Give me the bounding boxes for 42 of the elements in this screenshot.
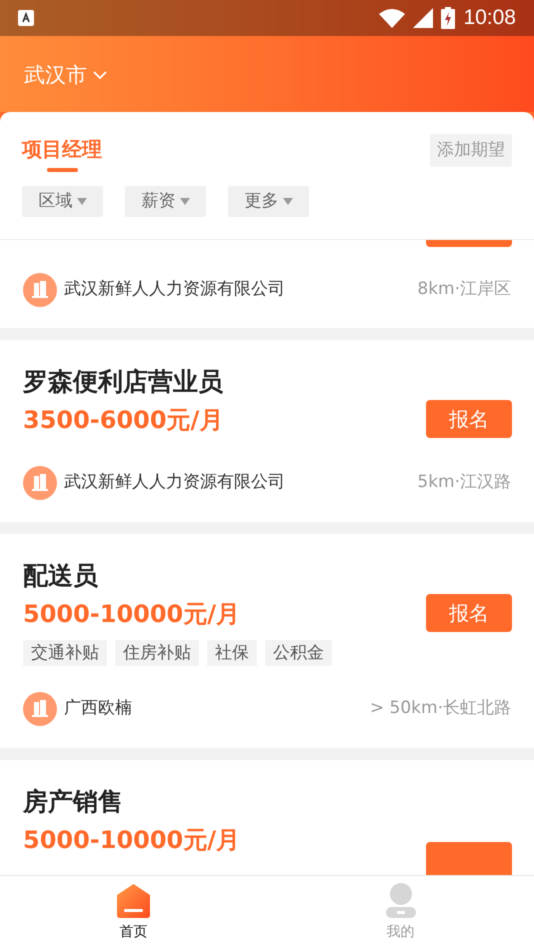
add-preference-button[interactable]: 添加期望	[430, 134, 512, 167]
distance-text: > 50km·长虹北路	[370, 696, 511, 720]
category-tab[interactable]: 项目经理	[22, 134, 102, 172]
building-icon	[23, 273, 57, 307]
chevron-down-icon	[93, 71, 107, 80]
company-name: 广西欧楠	[64, 696, 132, 720]
building-icon	[23, 692, 57, 726]
nav-tab[interactable]: 我的	[267, 876, 534, 950]
job-title: 房产销售	[23, 786, 123, 818]
signup-button[interactable]: 报名	[426, 594, 512, 632]
nav-tab[interactable]: 首页	[0, 876, 267, 950]
benefit-tag: 住房补贴	[115, 640, 199, 666]
wifi-icon	[379, 8, 406, 28]
benefit-tag: 交通补贴	[23, 640, 107, 666]
company-name: 武汉新鲜人人力资源有限公司	[64, 278, 285, 302]
filter-dropdown[interactable]: 区域	[22, 186, 103, 217]
salary-text: 3500-6000元/月	[23, 404, 224, 436]
signup-button[interactable]	[426, 240, 512, 247]
distance-text: 8km·江岸区	[417, 278, 511, 302]
app-notification-icon	[18, 10, 34, 26]
signal-icon	[413, 8, 434, 28]
dropdown-triangle-icon	[282, 198, 292, 205]
benefit-tag: 社保	[207, 640, 257, 666]
filter-dropdown[interactable]: 薪资	[125, 186, 206, 217]
job-title: 罗森便利店营业员	[23, 366, 224, 398]
home-icon	[117, 884, 150, 918]
city-selector[interactable]: 武汉市	[24, 60, 107, 92]
clock-text: 10:08	[463, 5, 516, 32]
filter-dropdown[interactable]: 更多	[228, 186, 309, 217]
job-title: 配送员	[23, 560, 99, 592]
building-icon	[23, 466, 57, 500]
salary-text: 5000-10000元/月	[23, 824, 240, 856]
company-name: 武汉新鲜人人力资源有限公司	[64, 470, 285, 494]
signup-button[interactable]	[426, 842, 512, 875]
distance-text: 5km·江汉路	[417, 470, 511, 494]
dropdown-triangle-icon	[180, 198, 190, 205]
user-icon	[386, 883, 416, 918]
battery-icon	[441, 7, 456, 29]
benefit-tag: 公积金	[265, 640, 332, 666]
signup-button[interactable]: 报名	[426, 400, 512, 438]
dropdown-triangle-icon	[76, 198, 86, 205]
salary-text: 5000-10000元/月	[23, 598, 242, 630]
